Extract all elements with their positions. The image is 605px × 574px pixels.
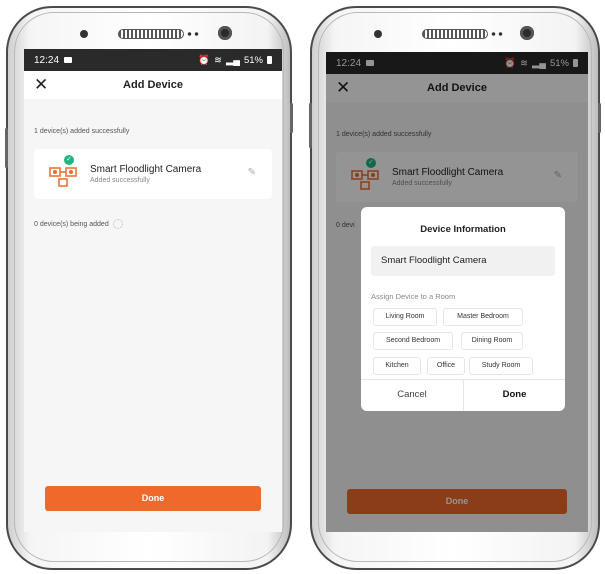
- check-icon: ✓: [64, 155, 74, 165]
- message-icon: [64, 57, 73, 63]
- device-name-input[interactable]: Smart Floodlight Camera: [371, 246, 555, 276]
- assign-room-label: Assign Device to a Room: [371, 292, 456, 301]
- screen-add-device: 12:24 ⏰ ≋ ▂▄ 51% ✕ Add Device 1 device(s…: [24, 49, 282, 532]
- room-chip-study-room[interactable]: Study Room: [469, 357, 533, 375]
- camera-device-icon: [49, 167, 77, 187]
- battery-percent: 51%: [243, 54, 263, 66]
- sensor-dots: [186, 32, 200, 36]
- room-chip-living-room[interactable]: Living Room: [373, 308, 437, 326]
- volume-button: [5, 128, 8, 168]
- alarm-icon: ⏰: [198, 54, 210, 66]
- cancel-button[interactable]: Cancel: [361, 379, 463, 411]
- room-chip-office[interactable]: Office: [427, 357, 465, 375]
- signal-icon: ▂▄: [225, 54, 240, 66]
- battery-icon: [267, 56, 272, 64]
- sensor-dot: [80, 30, 88, 38]
- device-card[interactable]: ✓ Smart Floodlight Camera Added successf…: [34, 149, 272, 199]
- added-count-note: 1 device(s) added successfully: [34, 128, 130, 135]
- done-button[interactable]: Done: [45, 486, 261, 511]
- content-area: 1 device(s) added successfully ✓ Smart F…: [24, 99, 282, 532]
- loading-spinner-icon: [112, 219, 123, 229]
- speaker-grille: [422, 29, 488, 39]
- power-button: [598, 103, 601, 133]
- front-camera: [218, 26, 232, 40]
- phone-frame-right: 12:24 ⏰ ≋ ▂▄ 51% ✕ Add Device 1 device(s…: [309, 6, 601, 570]
- status-bar: 12:24 ⏰ ≋ ▂▄ 51%: [24, 49, 282, 71]
- app-header: ✕ Add Device: [24, 71, 282, 99]
- front-camera: [520, 26, 534, 40]
- room-chip-dining-room[interactable]: Dining Room: [461, 332, 523, 350]
- speaker-grille: [118, 29, 184, 39]
- adding-count-text: 0 device(s) being added: [34, 220, 109, 228]
- device-status: Added successfully: [90, 177, 150, 184]
- edit-icon[interactable]: ✎: [248, 167, 256, 178]
- wifi-icon: ≋: [213, 54, 222, 66]
- status-time: 12:24: [34, 54, 60, 66]
- sensor-dot: [374, 30, 382, 38]
- close-icon[interactable]: ✕: [34, 75, 48, 95]
- room-chip-kitchen[interactable]: Kitchen: [373, 357, 421, 375]
- room-chip-second-bedroom[interactable]: Second Bedroom: [373, 332, 453, 350]
- page-title: Add Device: [123, 79, 183, 91]
- device-info-dialog: Device Information Smart Floodlight Came…: [361, 207, 565, 411]
- adding-count-note: 0 device(s) being added: [34, 219, 123, 229]
- room-chip-master-bedroom[interactable]: Master Bedroom: [443, 308, 523, 326]
- volume-button: [309, 103, 312, 148]
- phone-frame-left: 12:24 ⏰ ≋ ▂▄ 51% ✕ Add Device 1 device(s…: [5, 6, 293, 570]
- device-name: Smart Floodlight Camera: [90, 164, 202, 175]
- power-button: [290, 103, 293, 133]
- dialog-title: Device Information: [420, 224, 506, 235]
- sensor-dots: [490, 32, 504, 36]
- dialog-done-button[interactable]: Done: [464, 379, 565, 411]
- screen-device-info: 12:24 ⏰ ≋ ▂▄ 51% ✕ Add Device 1 device(s…: [326, 52, 588, 532]
